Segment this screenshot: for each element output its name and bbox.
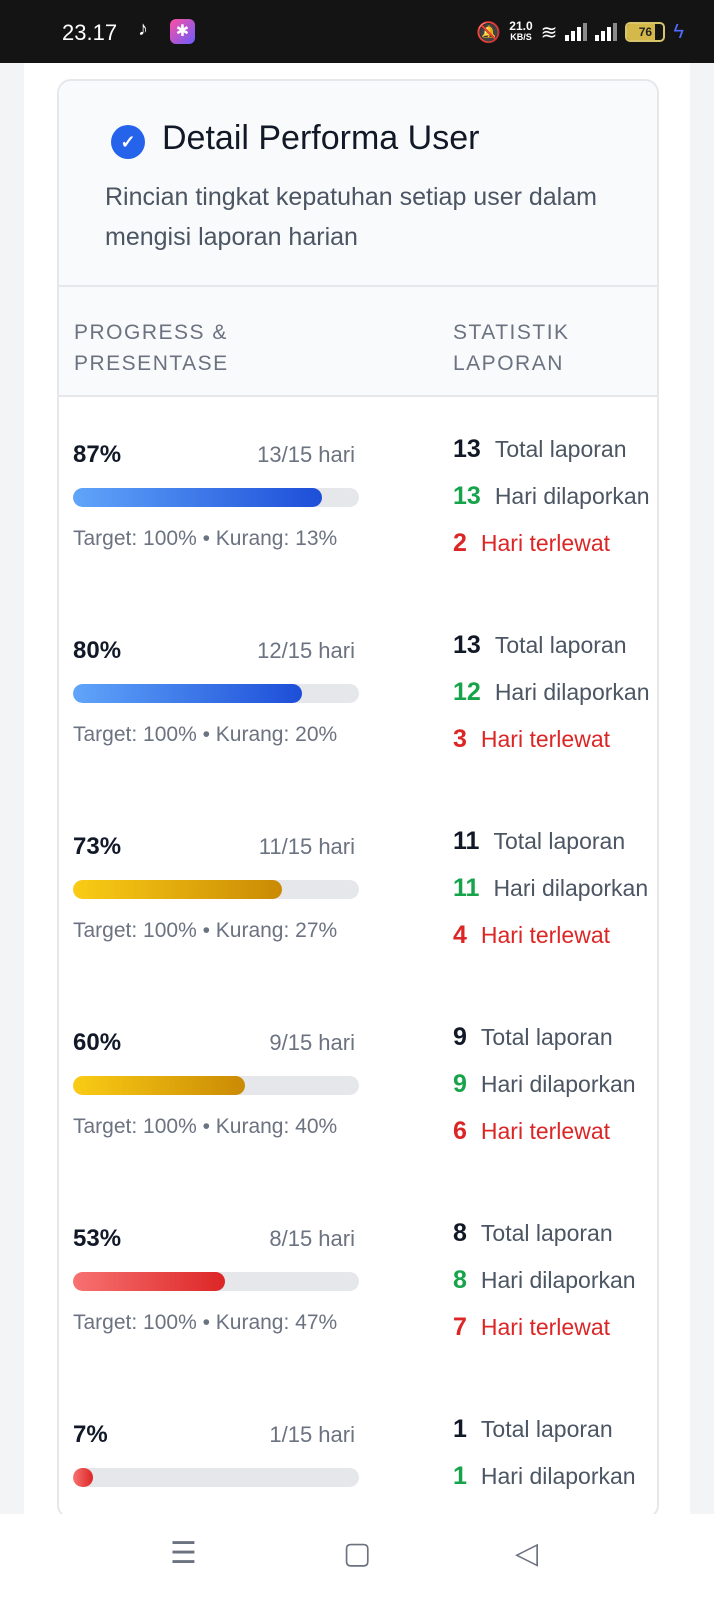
stat-reported: 12 Hari dilaporkan: [453, 678, 650, 706]
table-row: 87% 13/15 hari Target: 100% • Kurang: 13% 1…: [59, 397, 657, 597]
progress-days: 8/15 hari: [269, 1226, 355, 1251]
stat-reported: 1 Hari dilaporkan: [453, 1462, 636, 1490]
status-bar: 23.17 ♪ ✱ 🔕 21.0 KB/S ≋ 76 ϟ: [0, 0, 714, 63]
table-row: 60% 9/15 hari Target: 100% • Kurang: 40% 9 T…: [59, 985, 657, 1185]
progress-days: 1/15 hari: [269, 1422, 355, 1447]
charging-icon: ϟ: [673, 20, 684, 43]
stat-reported: 13 Hari dilaporkan: [453, 482, 650, 510]
stat-reported: 9 Hari dilaporkan: [453, 1070, 636, 1098]
signal-icon: [565, 23, 588, 41]
card-header: ✓ Detail Performa User Rincian tingkat k…: [59, 81, 657, 287]
progress-percent: 87%: [73, 441, 122, 468]
table-row: 73% 11/15 hari Target: 100% • Kurang: 27% 1…: [59, 789, 657, 989]
system-navbar: ☰ ▢ ◁: [0, 1514, 714, 1599]
progress-bar-fill: [73, 684, 302, 703]
progress-target: Target: 100% • Kurang: 47%: [73, 1311, 338, 1334]
progress-target: Target: 100% • Kurang: 40%: [73, 1115, 338, 1138]
home-icon[interactable]: ▢: [343, 1536, 371, 1571]
stat-total: 13 Total laporan: [453, 631, 627, 659]
stat-total: 1 Total laporan: [453, 1415, 613, 1443]
progress-bar: [73, 1468, 359, 1487]
progress-percent: 53%: [73, 1225, 122, 1252]
progress-percent: 60%: [73, 1029, 122, 1056]
progress-target: Target: 100% • Kurang: 27%: [73, 919, 338, 942]
back-icon[interactable]: ◁: [515, 1536, 538, 1571]
column-header-progress: PROGRESS & PRESENTASE: [74, 321, 229, 375]
network-speed: 21.0 KB/S: [509, 19, 533, 42]
table-header: PROGRESS & PRESENTASE STATISTIK LAPORAN: [59, 287, 657, 397]
status-time: 23.17: [62, 20, 118, 45]
progress-bar-fill: [73, 488, 322, 507]
progress-bar-fill: [73, 880, 282, 899]
menu-icon[interactable]: ☰: [170, 1536, 197, 1571]
progress-bar: [73, 684, 359, 703]
progress-bar: [73, 488, 359, 507]
card-description: Rincian tingkat kepatuhan setiap user da…: [105, 183, 597, 251]
tiktok-icon: ♪: [138, 18, 148, 40]
signal-icon-2: [595, 23, 618, 41]
stat-missed: 7 Hari terlewat: [453, 1313, 611, 1341]
progress-bar: [73, 1272, 359, 1291]
stat-missed: 2 Hari terlewat: [453, 529, 611, 557]
progress-days: 11/15 hari: [258, 834, 355, 859]
table-row: 7% 1/15 hari 1 Total laporan 1 Hari dilaporka…: [59, 1377, 657, 1517]
stat-reported: 11 Hari dilaporkan: [453, 874, 649, 902]
stat-total: 8 Total laporan: [453, 1219, 613, 1247]
stat-total: 11 Total laporan: [453, 827, 626, 855]
progress-days: 9/15 hari: [269, 1030, 355, 1055]
status-icons: 🔕 21.0 KB/S ≋ 76 ϟ: [476, 18, 684, 46]
app-notification-icon: ✱: [170, 19, 195, 44]
table-row: 80% 12/15 hari Target: 100% • Kurang: 20% 1…: [59, 593, 657, 793]
progress-percent: 80%: [73, 637, 122, 664]
stat-reported: 8 Hari dilaporkan: [453, 1266, 636, 1294]
wifi-icon: ≋: [540, 21, 558, 44]
progress-target: Target: 100% • Kurang: 13%: [73, 527, 338, 550]
progress-target: Target: 100% • Kurang: 20%: [73, 723, 338, 746]
card-title: Detail Performa User: [162, 119, 480, 157]
stat-missed: 6 Hari terlewat: [453, 1117, 611, 1145]
stat-total: 9 Total laporan: [453, 1023, 613, 1051]
table-row: 53% 8/15 hari Target: 100% • Kurang: 47% 8 T…: [59, 1181, 657, 1381]
stat-missed: 3 Hari terlewat: [453, 725, 611, 753]
battery-icon: 76: [625, 22, 666, 42]
check-badge-icon: ✓: [111, 125, 145, 159]
progress-days: 12/15 hari: [257, 638, 355, 663]
column-header-stats: STATISTIK LAPORAN: [453, 321, 570, 375]
stat-missed: 4 Hari terlewat: [453, 921, 611, 949]
progress-bar-fill: [73, 1468, 94, 1487]
bell-mute-icon: 🔕: [476, 21, 502, 44]
stat-total: 13 Total laporan: [453, 435, 627, 463]
progress-bar: [73, 880, 359, 899]
progress-bar-fill: [73, 1272, 225, 1291]
progress-percent: 7%: [73, 1421, 108, 1448]
performance-card: ✓ Detail Performa User Rincian tingkat k…: [57, 79, 659, 1519]
progress-bar-fill: [73, 1076, 245, 1095]
progress-bar: [73, 1076, 359, 1095]
progress-percent: 73%: [73, 833, 122, 860]
progress-days: 13/15 hari: [257, 442, 355, 467]
